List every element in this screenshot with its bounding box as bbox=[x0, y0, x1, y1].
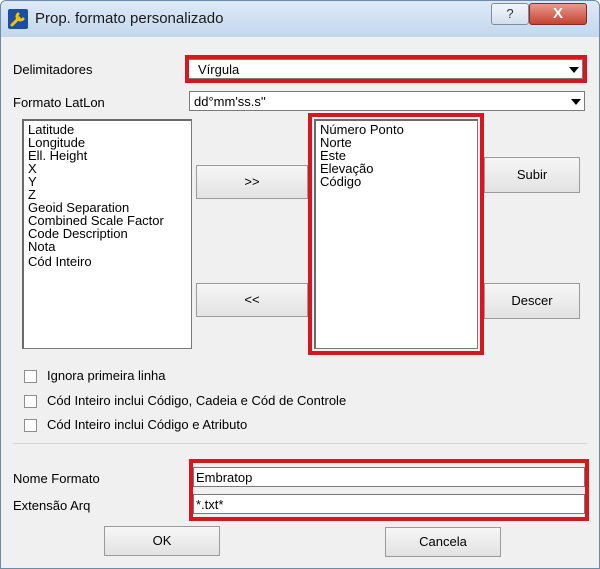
code-attribute-label: Cód Inteiro inclui Código e Atributo bbox=[47, 417, 248, 432]
chevron-down-icon bbox=[571, 99, 581, 105]
format-name-label: Nome Formato bbox=[13, 471, 100, 486]
list-item[interactable]: Código bbox=[316, 175, 477, 188]
ignore-first-line-label: Ignora primeira linha bbox=[47, 368, 166, 383]
dialog-window: Prop. formato personalizado ? X Delimita… bbox=[0, 0, 600, 569]
selected-fields-list[interactable]: Número Ponto Norte Este Elevação Código bbox=[314, 119, 478, 349]
file-extension-input[interactable]: *.txt* bbox=[193, 494, 585, 514]
cancel-button[interactable]: Cancela bbox=[385, 527, 501, 557]
remove-field-button[interactable]: << bbox=[196, 283, 308, 317]
move-up-button[interactable]: Subir bbox=[484, 157, 580, 193]
list-item[interactable]: Ell. Height bbox=[24, 149, 191, 162]
close-button[interactable]: X bbox=[529, 3, 587, 25]
dialog-body: Delimitadores Vírgula Formato LatLon dd°… bbox=[9, 39, 591, 566]
title-bar[interactable]: Prop. formato personalizado ? X bbox=[1, 1, 599, 37]
file-extension-label: Extensão Arq bbox=[13, 498, 91, 513]
delimiters-label: Delimitadores bbox=[13, 62, 93, 77]
list-item[interactable]: X bbox=[24, 162, 191, 175]
latlon-value: dd°mm'ss.s'' bbox=[194, 94, 266, 109]
list-item[interactable]: Cód Inteiro bbox=[24, 253, 191, 268]
app-wrench-icon bbox=[8, 9, 28, 29]
list-item[interactable]: Número Ponto bbox=[316, 121, 477, 136]
list-item[interactable]: Nota bbox=[24, 240, 191, 253]
add-field-button[interactable]: >> bbox=[196, 165, 308, 199]
list-item[interactable]: Latitude bbox=[24, 121, 191, 136]
available-fields-list[interactable]: Latitude Longitude Ell. Height X Y Z Geo… bbox=[22, 119, 192, 349]
file-extension-value: *.txt* bbox=[196, 497, 224, 512]
code-attribute-checkbox[interactable] bbox=[24, 419, 37, 432]
ignore-first-line-checkbox[interactable] bbox=[24, 370, 37, 383]
format-name-input[interactable]: Embratop bbox=[193, 467, 585, 487]
delimiters-select[interactable]: Vírgula bbox=[187, 59, 583, 79]
code-chain-checkbox[interactable] bbox=[24, 395, 37, 408]
move-down-button[interactable]: Descer bbox=[484, 283, 580, 319]
chevron-down-icon bbox=[569, 67, 579, 73]
delimiters-value: Vírgula bbox=[198, 62, 240, 77]
list-item[interactable]: Y bbox=[24, 175, 191, 188]
help-button[interactable]: ? bbox=[491, 3, 529, 25]
window-title: Prop. formato personalizado bbox=[35, 10, 224, 27]
ok-button[interactable]: OK bbox=[104, 526, 220, 556]
format-name-value: Embratop bbox=[196, 470, 253, 485]
divider bbox=[13, 443, 587, 444]
latlon-select[interactable]: dd°mm'ss.s'' bbox=[189, 91, 585, 111]
code-chain-label: Cód Inteiro inclui Código, Cadeia e Cód … bbox=[47, 393, 347, 408]
latlon-label: Formato LatLon bbox=[13, 95, 105, 110]
